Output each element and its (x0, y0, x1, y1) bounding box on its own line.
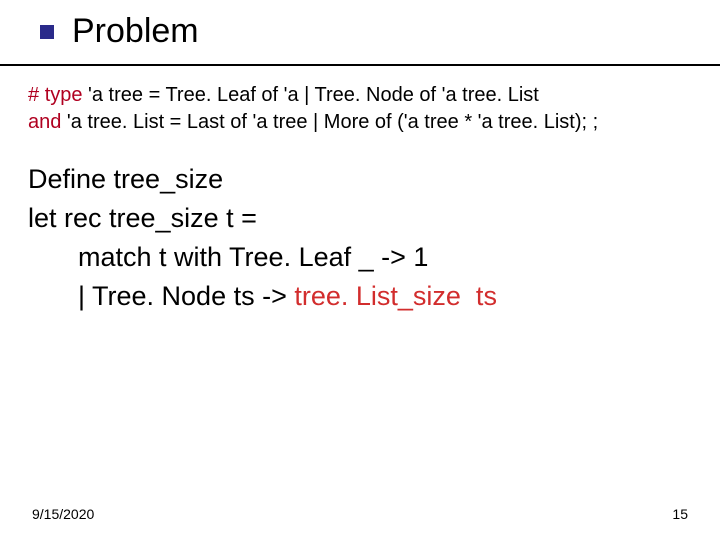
type-definition-block: # type 'a tree = Tree. Leaf of 'a | Tree… (28, 82, 700, 136)
keyword-type: type (45, 84, 83, 106)
body-line-4-highlight: tree. List_size ts (294, 281, 497, 311)
typedef-line-2: and 'a tree. List = Last of 'a tree | Mo… (28, 109, 700, 136)
body-block: Define tree_size let rec tree_size t = m… (28, 160, 700, 317)
typedef-line-1-rest: 'a tree = Tree. Leaf of 'a | Tree. Node … (83, 84, 539, 106)
body-line-4: | Tree. Node ts -> tree. List_size ts (28, 277, 700, 316)
footer-date: 9/15/2020 (32, 506, 94, 522)
typedef-line-2-rest: 'a tree. List = Last of 'a tree | More o… (61, 111, 598, 133)
horizontal-rule (0, 64, 720, 66)
footer: 9/15/2020 15 (32, 506, 688, 522)
slide: Problem # type 'a tree = Tree. Leaf of '… (0, 0, 720, 540)
body-line-4-prefix: | Tree. Node ts -> (78, 281, 294, 311)
title-bullet-icon (40, 25, 54, 39)
hash-symbol: # (28, 84, 39, 106)
body-line-3: match t with Tree. Leaf _ -> 1 (28, 238, 700, 277)
title-row: Problem (40, 12, 199, 51)
typedef-line-1: # type 'a tree = Tree. Leaf of 'a | Tree… (28, 82, 700, 109)
footer-page-number: 15 (672, 506, 688, 522)
body-line-1: Define tree_size (28, 160, 700, 199)
slide-title: Problem (72, 12, 199, 51)
keyword-and: and (28, 111, 61, 133)
body-line-2: let rec tree_size t = (28, 199, 700, 238)
